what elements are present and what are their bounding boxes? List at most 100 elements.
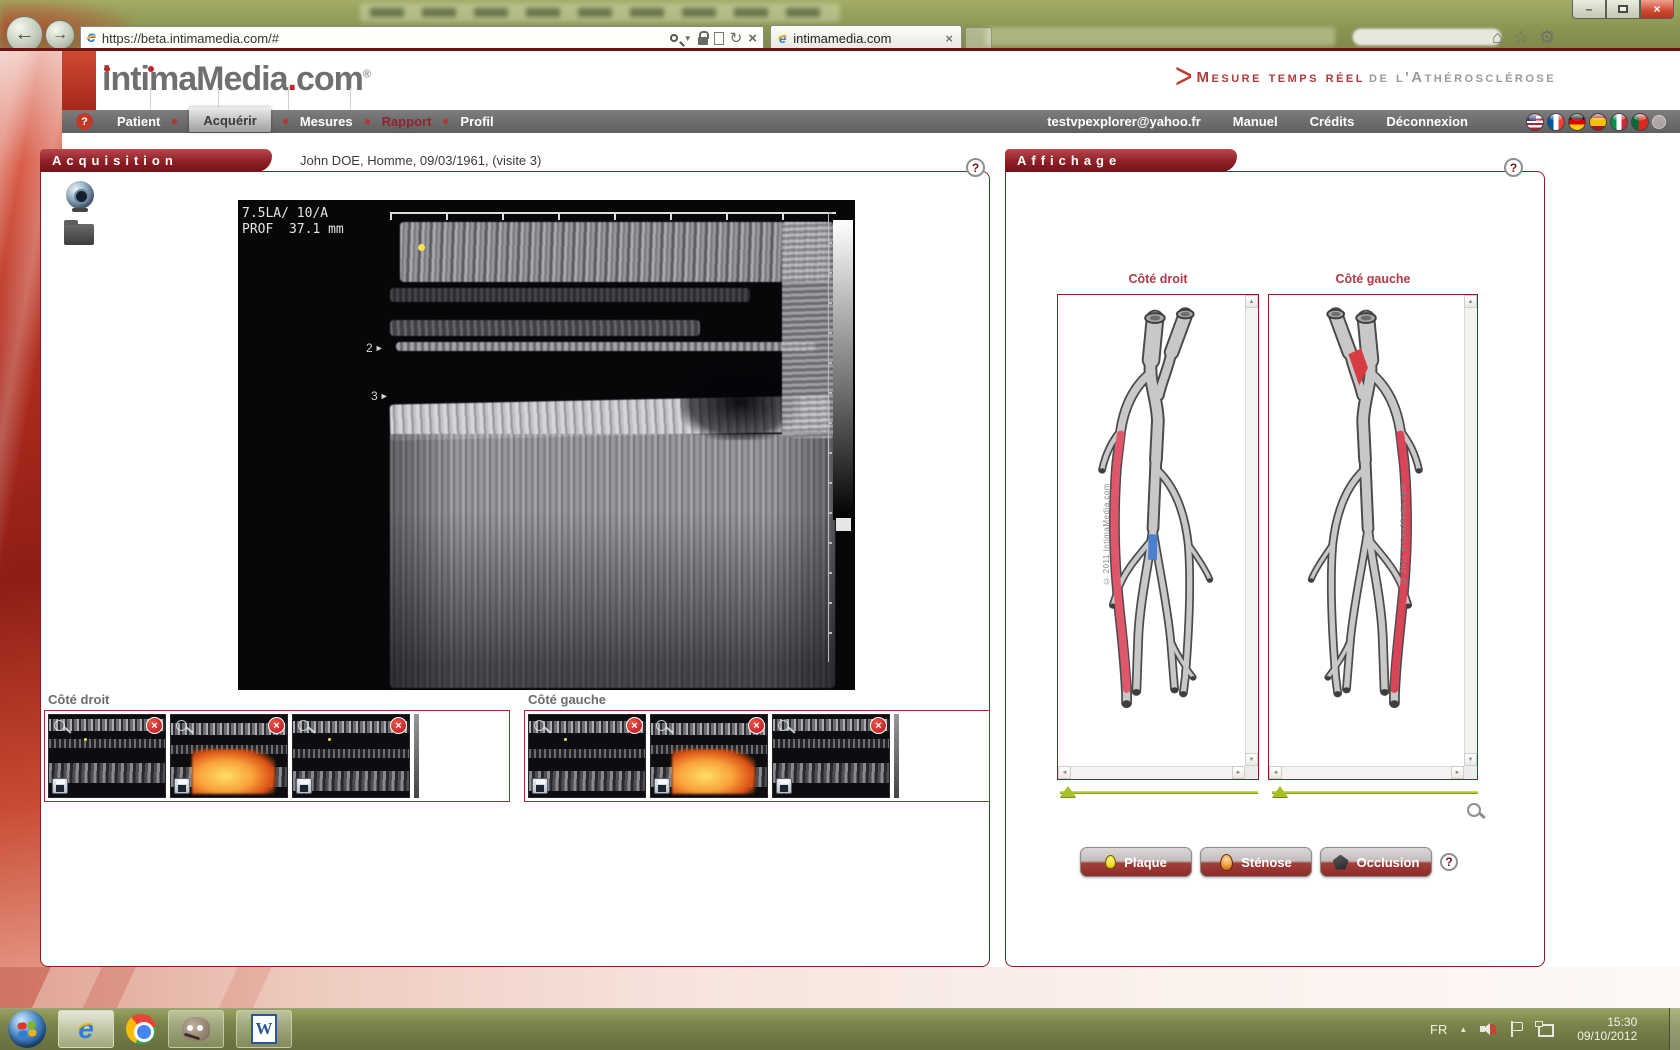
flag-germany-icon[interactable] — [1568, 113, 1586, 131]
nav-item-acquerir[interactable]: Acquérir — [189, 107, 270, 132]
tray-expand-icon[interactable]: ▲ — [1459, 1025, 1467, 1034]
scroll-right-icon[interactable]: ► — [1451, 766, 1464, 779]
thumb-delete-icon[interactable]: × — [748, 717, 765, 734]
refresh-icon[interactable]: ↻ — [730, 29, 743, 47]
thumb-save-icon[interactable] — [776, 778, 792, 794]
address-bar[interactable]: e https://beta.intimamedia.com/# ▼ ↻ × — [80, 26, 764, 50]
favorites-star-icon[interactable]: ☆ — [1513, 27, 1529, 48]
artery-diagram-right[interactable]: © 2011 IntimaMedia.com ▲ ▼ ◄ ► — [1057, 294, 1259, 780]
artery-diagram-left[interactable]: © 2011 IntimaMedia.com ▲ ▼ ◄ ► — [1268, 294, 1478, 780]
close-icon: × — [1653, 2, 1660, 16]
thumb-save-icon[interactable] — [532, 778, 548, 794]
clock[interactable]: 15:3009/10/2012 — [1565, 1015, 1637, 1043]
scroll-left-icon[interactable]: ◄ — [1058, 766, 1071, 779]
ultrasound-thumbnail[interactable]: × — [48, 714, 166, 798]
url-text[interactable]: https://beta.intimamedia.com/# — [102, 31, 664, 46]
stop-icon[interactable]: × — [748, 30, 757, 47]
thumb-save-icon[interactable] — [52, 778, 68, 794]
taskbar-word-button[interactable]: W — [236, 1010, 292, 1048]
diagram-right-slider[interactable] — [1060, 786, 1258, 798]
acquisition-help-icon[interactable]: ? — [966, 158, 985, 177]
patient-info: John DOE, Homme, 09/03/1961, (visite 3) — [300, 153, 541, 168]
flag-faded-icon[interactable] — [1652, 115, 1666, 129]
compatibility-view-icon[interactable] — [714, 32, 724, 45]
us-white-chip — [836, 518, 851, 531]
nav-item-rapport[interactable]: Rapport — [382, 114, 432, 129]
minimize-button[interactable]: – — [1572, 0, 1606, 19]
taskbar-gimp-button[interactable] — [168, 1010, 224, 1048]
tools-gear-icon[interactable]: ⚙ — [1539, 27, 1555, 48]
nav-link-deconnexion[interactable]: Déconnexion — [1386, 114, 1468, 129]
taskbar-ie-button[interactable]: e — [58, 1010, 114, 1048]
volume-muted-icon[interactable] — [1479, 1021, 1497, 1037]
slider-track[interactable] — [1060, 791, 1258, 794]
thumb-delete-icon[interactable]: × — [390, 717, 407, 734]
scroll-right-icon[interactable]: ► — [1232, 766, 1245, 779]
ultrasound-thumbnail-doppler[interactable]: × — [650, 714, 768, 798]
action-center-flag-icon[interactable] — [1509, 1021, 1523, 1037]
us-grayscale-bar — [833, 220, 853, 520]
thumb-save-icon[interactable] — [296, 778, 312, 794]
nav-item-patient[interactable]: Patient — [117, 114, 160, 129]
search-dropdown-caret-icon[interactable]: ▼ — [684, 34, 692, 43]
nav-link-credits[interactable]: Crédits — [1310, 114, 1355, 129]
tab-close-icon[interactable]: × — [945, 31, 953, 46]
affichage-help-icon[interactable]: ? — [1504, 158, 1523, 177]
scroll-down-icon[interactable]: ▼ — [1245, 753, 1258, 766]
show-desktop-button[interactable] — [1669, 1008, 1680, 1050]
nav-item-profil[interactable]: Profil — [460, 114, 493, 129]
thumb-delete-icon[interactable]: × — [268, 717, 285, 734]
browser-forward-button[interactable]: → — [45, 20, 75, 50]
maximize-button[interactable] — [1606, 0, 1640, 19]
legend-plaque-button[interactable]: Plaque — [1080, 847, 1192, 877]
scroll-up-icon[interactable]: ▲ — [1245, 295, 1258, 308]
flag-spain-icon[interactable] — [1589, 113, 1607, 131]
thumb-save-icon[interactable] — [654, 778, 670, 794]
close-button[interactable]: × — [1640, 0, 1674, 19]
slider-handle[interactable] — [1060, 786, 1076, 797]
user-email[interactable]: testvpexplorer@yahoo.fr — [1047, 114, 1201, 129]
legend-occlusion-button[interactable]: Occlusion — [1320, 847, 1432, 877]
language-indicator[interactable]: FR — [1430, 1022, 1447, 1037]
flag-portugal-icon[interactable] — [1631, 113, 1649, 131]
diagram-vscrollbar[interactable]: ▲ ▼ — [1245, 295, 1258, 766]
zoom-magnifier-icon[interactable] — [1466, 802, 1486, 822]
flag-france-icon[interactable] — [1547, 113, 1565, 131]
thumb-delete-icon[interactable]: × — [870, 717, 887, 734]
us-yellow-marker-dot — [418, 244, 425, 251]
flag-italy-icon[interactable] — [1610, 113, 1628, 131]
thumb-save-icon[interactable] — [174, 778, 190, 794]
ssl-lock-icon[interactable] — [698, 32, 708, 45]
slider-handle[interactable] — [1272, 786, 1288, 797]
nav-item-mesures[interactable]: Mesures — [300, 114, 353, 129]
flag-usa-icon[interactable] — [1526, 113, 1544, 131]
ultrasound-thumbnail-doppler[interactable]: × — [170, 714, 288, 798]
slider-track[interactable] — [1272, 791, 1478, 794]
thumb-yellow-dot — [84, 738, 87, 741]
diagram-hscrollbar[interactable]: ◄ ► — [1058, 766, 1245, 779]
diagram-left-slider[interactable] — [1272, 786, 1478, 798]
legend-help-icon[interactable]: ? — [1440, 853, 1458, 871]
taskbar-chrome-button[interactable] — [126, 1014, 156, 1044]
new-tab-button[interactable] — [965, 27, 992, 50]
ultrasound-thumbnail[interactable]: × — [772, 714, 890, 798]
diagram-vscrollbar[interactable]: ▲ ▼ — [1464, 295, 1477, 766]
thumb-delete-icon[interactable]: × — [626, 717, 643, 734]
folder-icon[interactable] — [64, 224, 94, 245]
scroll-down-icon[interactable]: ▼ — [1464, 753, 1477, 766]
ultrasound-thumbnail[interactable]: × — [528, 714, 646, 798]
scroll-up-icon[interactable]: ▲ — [1464, 295, 1477, 308]
legend-stenose-button[interactable]: Sténose — [1200, 847, 1312, 877]
diagram-hscrollbar[interactable]: ◄ ► — [1269, 766, 1464, 779]
network-icon[interactable] — [1535, 1021, 1553, 1037]
search-icon[interactable] — [670, 34, 678, 42]
ultrasound-thumbnail[interactable]: × — [292, 714, 410, 798]
start-button[interactable] — [8, 1010, 46, 1048]
camera-icon[interactable] — [66, 181, 94, 209]
home-icon[interactable]: ⌂ — [1492, 27, 1503, 48]
scroll-left-icon[interactable]: ◄ — [1269, 766, 1282, 779]
thumb-delete-icon[interactable]: × — [146, 717, 163, 734]
nav-link-manuel[interactable]: Manuel — [1233, 114, 1278, 129]
nav-help-icon[interactable]: ? — [76, 113, 93, 130]
browser-tab[interactable]: e intimamedia.com × — [770, 25, 962, 50]
